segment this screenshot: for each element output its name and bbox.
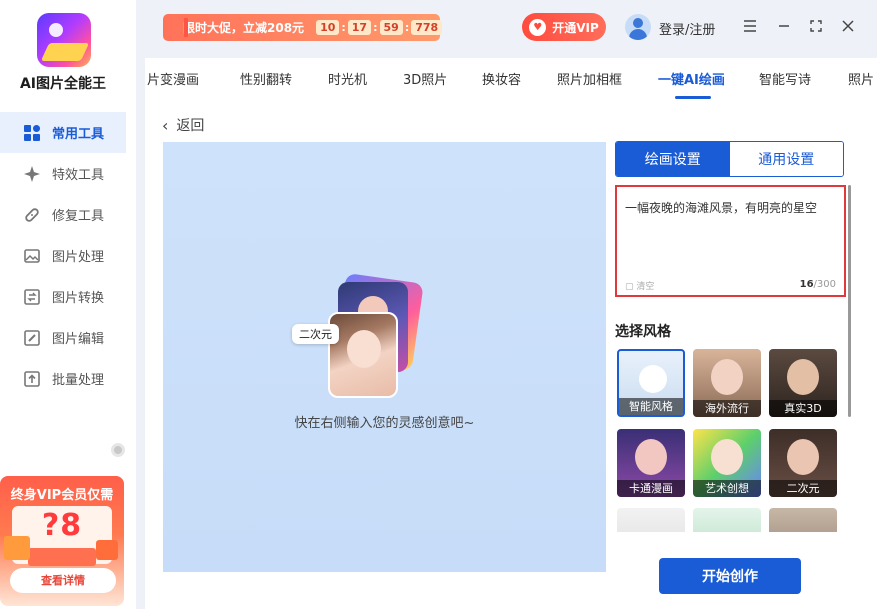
sidebar-item-label: 图片转换	[52, 291, 105, 306]
style-more-1[interactable]	[617, 508, 685, 532]
open-vip-label: 开通VIP	[552, 20, 599, 35]
tab-painting-settings[interactable]: 绘画设置	[616, 142, 730, 176]
vip-promo-card[interactable]: 终身VIP会员仅需 ?8 查看详情	[0, 476, 124, 606]
edit-icon	[22, 328, 42, 348]
image-icon	[22, 246, 42, 266]
minimize-icon[interactable]	[775, 17, 793, 35]
style-grid: 智能风格 海外流行 真实3D 卡通漫画 艺术创想 二次元	[615, 348, 851, 532]
char-count: 16	[799, 279, 814, 290]
vip-promo-title: 终身VIP会员仅需	[10, 488, 114, 503]
active-tab-indicator	[675, 96, 711, 99]
sidebar-item-common-tools[interactable]: 常用工具	[0, 112, 126, 153]
sidebar-item-batch[interactable]: 批量处理	[0, 358, 126, 399]
clear-label: 清空	[636, 282, 655, 292]
style-cartoon[interactable]: 卡通漫画	[617, 429, 685, 497]
sidebar-item-label: 批量处理	[52, 373, 105, 388]
sidebar-item-repair[interactable]: 修复工具	[0, 194, 126, 235]
style-anime[interactable]: 二次元	[769, 429, 837, 497]
collapse-dot[interactable]	[111, 443, 125, 457]
sidebar-item-label: 图片编辑	[52, 332, 105, 347]
style-overseas[interactable]: 海外流行	[693, 349, 761, 417]
style-art[interactable]: 艺术创想	[693, 429, 761, 497]
back-label: 返回	[176, 118, 205, 134]
maximize-icon[interactable]	[807, 17, 825, 35]
tab-photo-to-comic[interactable]: 片变漫画	[147, 69, 199, 88]
bandage-icon	[22, 205, 42, 225]
style-more-3[interactable]	[769, 508, 837, 532]
sidebar-item-image-convert[interactable]: 图片转换	[0, 276, 126, 317]
menu-icon[interactable]	[741, 17, 759, 35]
sparkle-icon	[22, 164, 42, 184]
timer-minutes: 17	[347, 20, 372, 35]
timer-hours: 10	[316, 20, 340, 35]
char-counter: 16/300	[800, 279, 836, 290]
style-label: 智能风格	[619, 398, 683, 415]
app-logo	[37, 13, 91, 67]
tab-3d-photo[interactable]: 3D照片	[403, 69, 447, 88]
gift-icon	[96, 540, 118, 560]
prompt-text: 一幅夜晚的海滩风景，有明亮的星空	[625, 201, 818, 215]
promo-text: 限时大促，立减208元	[183, 21, 305, 35]
tab-general-settings[interactable]: 通用设置	[729, 142, 843, 176]
style-more-2[interactable]	[693, 508, 761, 532]
countdown-timer: 10 : 17 : 59 : 778	[316, 20, 443, 35]
sidebar: AI图片全能王 常用工具 特效工具 修复工具 图片处理 图片转换 图片编辑 批量…	[0, 0, 136, 609]
grid-icon	[22, 123, 42, 143]
sidebar-item-label: 常用工具	[52, 127, 105, 142]
style-real-3d[interactable]: 真实3D	[769, 349, 837, 417]
settings-tabs: 绘画设置 通用设置	[615, 141, 844, 177]
tab-time-machine[interactable]: 时光机	[328, 69, 367, 88]
vip-details-button[interactable]: 查看详情	[10, 568, 116, 593]
feature-tabs: 片变漫画 性别翻转 时光机 3D照片 换妆容 照片加相框 一键AI绘画 智能写诗…	[145, 58, 877, 102]
vip-heart-icon: ♥	[529, 18, 547, 36]
app-name: AI图片全能王	[19, 76, 107, 92]
vip-price: ?8	[41, 508, 83, 543]
tab-ai-painting[interactable]: 一键AI绘画	[658, 69, 725, 88]
style-smart[interactable]: 智能风格	[617, 349, 685, 417]
upload-icon	[22, 369, 42, 389]
sidebar-item-image-process[interactable]: 图片处理	[0, 235, 126, 276]
login-register-link[interactable]: 登录/注册	[659, 19, 715, 38]
sidebar-item-label: 图片处理	[52, 250, 105, 265]
style-label: 艺术创想	[693, 480, 761, 497]
clear-button[interactable]: ▢ 清空	[625, 279, 654, 292]
sidebar-item-label: 修复工具	[52, 209, 105, 224]
back-button[interactable]: ‹ 返回	[162, 115, 204, 135]
sidebar-item-image-edit[interactable]: 图片编辑	[0, 317, 126, 358]
avatar[interactable]	[625, 14, 651, 40]
style-section-title: 选择风格	[615, 324, 671, 340]
sidebar-item-effects[interactable]: 特效工具	[0, 153, 126, 194]
tab-gender-swap[interactable]: 性别翻转	[240, 69, 292, 88]
sidebar-nav: 常用工具 特效工具 修复工具 图片处理 图片转换 图片编辑 批量处理	[0, 112, 126, 399]
convert-icon	[22, 287, 42, 307]
style-tag: 二次元	[292, 324, 339, 344]
preview-card-portrait	[328, 312, 398, 398]
vip-gift-box	[28, 548, 96, 566]
style-preview-stack: 二次元	[292, 273, 426, 402]
canvas-hint: 快在右侧输入您的灵感创意吧~	[294, 416, 475, 431]
promo-banner[interactable]: 限时大促，立减208元 10 : 17 : 59 : 778	[163, 14, 443, 41]
tab-photo-more[interactable]: 照片	[848, 69, 874, 88]
tab-makeup[interactable]: 换妆容	[482, 69, 521, 88]
start-creation-button[interactable]: 开始创作	[659, 558, 801, 594]
style-label: 真实3D	[769, 400, 837, 417]
tab-smart-poetry[interactable]: 智能写诗	[759, 69, 811, 88]
open-vip-button[interactable]: ♥ 开通VIP	[522, 13, 606, 41]
prompt-input[interactable]: 一幅夜晚的海滩风景，有明亮的星空 ▢ 清空 16/300	[615, 185, 846, 297]
timer-ms: 778	[411, 20, 443, 35]
close-icon[interactable]	[839, 17, 857, 35]
tab-photo-frame[interactable]: 照片加相框	[557, 69, 622, 88]
sidebar-item-label: 特效工具	[52, 168, 105, 183]
chevron-left-icon: ‹	[162, 115, 169, 135]
timer-seconds: 59	[379, 20, 403, 35]
style-label: 海外流行	[693, 400, 761, 417]
style-label: 卡通漫画	[617, 480, 685, 497]
style-label: 二次元	[769, 480, 837, 497]
char-max: /300	[813, 279, 836, 290]
